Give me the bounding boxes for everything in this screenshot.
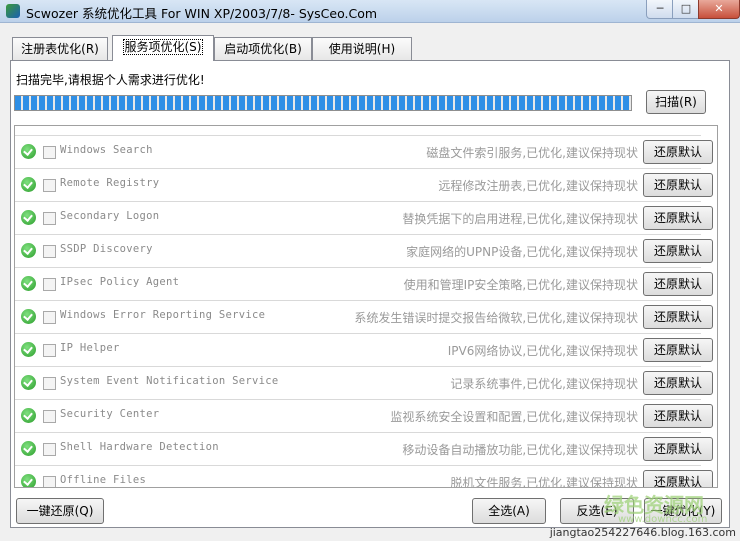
service-description: 家庭网络的UPNP设备,已优化,建议保持现状 — [406, 245, 638, 259]
restore-default-button[interactable]: 还原默认 — [643, 437, 713, 461]
service-row: SSDP Discovery 家庭网络的UPNP设备,已优化,建议保持现状 还原默认 — [15, 234, 713, 268]
service-description: 监视系统安全设置和配置,已优化,建议保持现状 — [390, 410, 638, 424]
service-name: SSDP Discovery — [60, 243, 153, 255]
optimized-check-icon — [21, 243, 36, 258]
service-row: Windows Search 磁盘文件索引服务,已优化,建议保持现状 还原默认 — [15, 135, 713, 169]
restore-default-button[interactable]: 还原默认 — [643, 305, 713, 329]
service-row: IP Helper IPV6网络协议,已优化,建议保持现状 还原默认 — [15, 333, 713, 367]
service-list: Windows Search 磁盘文件索引服务,已优化,建议保持现状 还原默认 Rem… — [14, 125, 718, 488]
service-name: Security Center — [60, 408, 160, 420]
service-checkbox[interactable] — [43, 245, 56, 258]
title-bar: Scwozer 系统优化工具 For WIN XP/2003/7/8- SysC… — [0, 0, 740, 23]
service-row: Windows Error Reporting Service 系统发生错误时提交… — [15, 300, 713, 334]
service-checkbox[interactable] — [43, 377, 56, 390]
service-description: 远程修改注册表,已优化,建议保持现状 — [438, 179, 638, 193]
service-checkbox[interactable] — [43, 344, 56, 357]
service-name: Offline Files — [60, 474, 147, 486]
service-description: 磁盘文件索引服务,已优化,建议保持现状 — [426, 146, 638, 160]
service-description: 记录系统事件,已优化,建议保持现状 — [450, 377, 638, 391]
service-description: 替换凭据下的启用进程,已优化,建议保持现状 — [402, 212, 638, 226]
tab-label: 注册表优化(R) — [21, 42, 99, 56]
service-description: 系统发生错误时提交报告给微软,已优化,建议保持现状 — [354, 311, 638, 325]
service-description: 移动设备自动播放功能,已优化,建议保持现状 — [402, 443, 638, 457]
service-row: IPsec Policy Agent 使用和管理IP安全策略,已优化,建议保持现状… — [15, 267, 713, 301]
service-name: Remote Registry — [60, 177, 160, 189]
watermark-url: www.downcc.com — [618, 514, 708, 525]
app-icon — [6, 4, 20, 18]
restore-default-button[interactable]: 还原默认 — [643, 140, 713, 164]
restore-default-button[interactable]: 还原默认 — [643, 371, 713, 395]
close-button[interactable]: ✕ — [698, 0, 740, 19]
vertical-scrollbar[interactable] — [717, 126, 718, 487]
minimize-button[interactable]: ─ — [646, 0, 674, 19]
status-text: 扫描完毕,请根据个人需求进行优化! — [16, 73, 205, 87]
service-row: Security Center 监视系统安全设置和配置,已优化,建议保持现状 还原默… — [15, 399, 713, 433]
tab-label: 服务项优化(S) — [122, 39, 204, 55]
service-name: IP Helper — [60, 342, 120, 354]
service-name: Windows Search — [60, 144, 153, 156]
service-row: System Event Notification Service 记录系统事件,… — [15, 366, 713, 400]
restore-default-button[interactable]: 还原默认 — [643, 272, 713, 296]
tab-label: 使用说明(H) — [328, 42, 396, 56]
service-description: 使用和管理IP安全策略,已优化,建议保持现状 — [403, 278, 638, 292]
service-description: 脱机文件服务,已优化,建议保持现状 — [450, 476, 638, 488]
optimized-check-icon — [21, 474, 36, 487]
service-checkbox[interactable] — [43, 278, 56, 291]
watermark-credit: jiangtao254227646.blog.163.com — [549, 526, 736, 539]
optimized-check-icon — [21, 342, 36, 357]
service-row: Shell Hardware Detection 移动设备自动播放功能,已优化,建… — [15, 432, 713, 466]
service-checkbox[interactable] — [43, 443, 56, 456]
service-checkbox[interactable] — [43, 311, 56, 324]
service-name: IPsec Policy Agent — [60, 276, 180, 288]
service-row: Offline Files 脱机文件服务,已优化,建议保持现状 还原默认 — [15, 465, 713, 488]
optimized-check-icon — [21, 177, 36, 192]
service-row: Secondary Logon 替换凭据下的启用进程,已优化,建议保持现状 还原默认 — [15, 201, 713, 235]
optimized-check-icon — [21, 144, 36, 159]
service-checkbox[interactable] — [43, 212, 56, 225]
service-name: Shell Hardware Detection — [60, 441, 219, 453]
optimized-check-icon — [21, 408, 36, 423]
select-all-button[interactable]: 全选(A) — [472, 498, 546, 524]
service-checkbox[interactable] — [43, 476, 56, 487]
service-checkbox[interactable] — [43, 179, 56, 192]
optimized-check-icon — [21, 309, 36, 324]
tab-label: 启动项优化(B) — [224, 42, 302, 56]
service-name: Secondary Logon — [60, 210, 160, 222]
service-description: IPV6网络协议,已优化,建议保持现状 — [447, 344, 638, 358]
restore-default-button[interactable]: 还原默认 — [643, 173, 713, 197]
restore-default-button[interactable]: 还原默认 — [643, 239, 713, 263]
scan-progress-bar — [14, 95, 632, 111]
tab-startup[interactable]: 启动项优化(B) — [214, 37, 312, 60]
service-row: Remote Registry 远程修改注册表,已优化,建议保持现状 还原默认 — [15, 168, 713, 202]
restore-all-button[interactable]: 一键还原(Q) — [16, 498, 104, 524]
restore-default-button[interactable]: 还原默认 — [643, 404, 713, 428]
restore-default-button[interactable]: 还原默认 — [643, 470, 713, 487]
tab-services[interactable]: 服务项优化(S) — [112, 35, 214, 61]
optimized-check-icon — [21, 276, 36, 291]
service-name: System Event Notification Service — [60, 375, 279, 387]
optimized-check-icon — [21, 210, 36, 225]
window-title: Scwozer 系统优化工具 For WIN XP/2003/7/8- SysC… — [26, 6, 378, 21]
service-name: Windows Error Reporting Service — [60, 309, 266, 321]
maximize-button[interactable]: □ — [672, 0, 700, 19]
restore-default-button[interactable]: 还原默认 — [643, 338, 713, 362]
progress-fill — [15, 96, 631, 110]
tab-help[interactable]: 使用说明(H) — [312, 37, 412, 60]
service-checkbox[interactable] — [43, 410, 56, 423]
restore-default-button[interactable]: 还原默认 — [643, 206, 713, 230]
tab-registry[interactable]: 注册表优化(R) — [12, 37, 108, 60]
service-checkbox[interactable] — [43, 146, 56, 159]
scan-button[interactable]: 扫描(R) — [646, 90, 706, 114]
optimized-check-icon — [21, 375, 36, 390]
optimized-check-icon — [21, 441, 36, 456]
